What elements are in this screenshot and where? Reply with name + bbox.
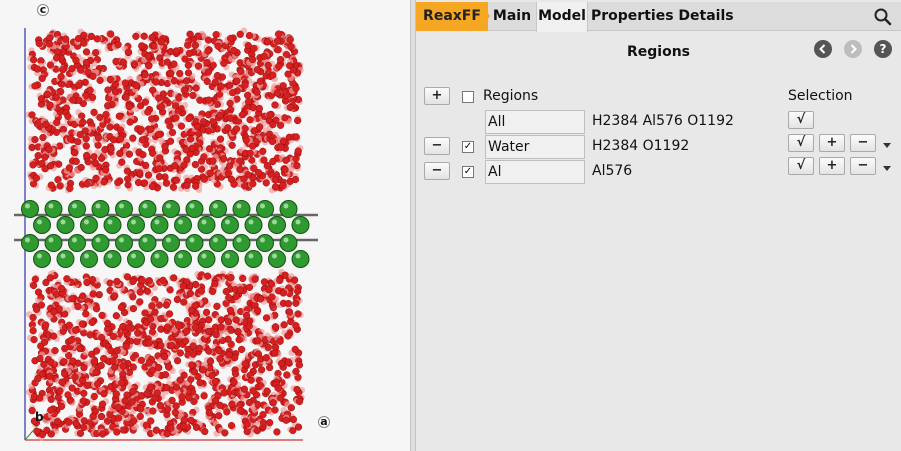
region-composition-al: Al576 xyxy=(592,163,633,179)
water-region-top xyxy=(25,27,304,194)
search-button[interactable] xyxy=(873,7,893,27)
back-button[interactable] xyxy=(814,40,832,58)
tab-model[interactable]: Model xyxy=(536,2,588,32)
tab-reaxff[interactable]: ReaxFF xyxy=(416,2,488,31)
tab-bar: ReaxFF Main Model Properties Details xyxy=(416,2,901,32)
al-options-dropdown[interactable] xyxy=(883,166,891,171)
title-row: Regions ? xyxy=(416,40,901,68)
search-icon xyxy=(874,8,892,26)
settings-panel: ReaxFF Main Model Properties Details Reg… xyxy=(416,0,901,451)
regions-header: Regions xyxy=(483,88,539,104)
select-al-button[interactable]: √ xyxy=(788,157,814,175)
remove-al-button[interactable]: − xyxy=(424,162,450,180)
region-name-water[interactable]: Water xyxy=(485,135,585,159)
region-composition-all: H2384 Al576 O1192 xyxy=(592,113,734,129)
selection-header: Selection xyxy=(788,88,853,104)
tab-reaxff-arrow xyxy=(480,2,490,30)
axis-label-c: c xyxy=(37,4,49,16)
water-region-bottom xyxy=(25,268,306,441)
select-water-button[interactable]: √ xyxy=(788,134,814,152)
forward-button[interactable] xyxy=(844,40,862,58)
tab-main[interactable]: Main xyxy=(490,2,534,31)
remove-from-selection-al-button[interactable]: − xyxy=(850,157,876,175)
add-to-selection-water-button[interactable]: + xyxy=(819,134,845,152)
region-name-all[interactable]: All xyxy=(485,110,585,134)
tab-properties[interactable]: Properties xyxy=(591,2,674,31)
water-options-dropdown[interactable] xyxy=(883,143,891,148)
remove-from-selection-water-button[interactable]: − xyxy=(850,134,876,152)
axis-label-b: b xyxy=(35,410,44,424)
region-name-al[interactable]: Al xyxy=(485,160,585,184)
molecule-viewport[interactable]: c b a xyxy=(0,0,410,451)
molecule-scene[interactable] xyxy=(0,0,410,451)
chevron-right-icon xyxy=(850,44,857,54)
al-visible-checkbox[interactable]: ✓ xyxy=(462,166,474,178)
water-visible-checkbox[interactable]: ✓ xyxy=(462,141,474,153)
region-composition-water: H2384 O1192 xyxy=(592,138,690,154)
all-regions-checkbox[interactable] xyxy=(462,91,474,103)
add-region-button[interactable]: + xyxy=(424,87,450,105)
remove-water-button[interactable]: − xyxy=(424,137,450,155)
aluminum-slab xyxy=(14,200,318,268)
select-all-button[interactable]: √ xyxy=(788,111,814,129)
axis-label-a: a xyxy=(318,416,330,428)
chevron-left-icon xyxy=(819,44,826,54)
add-to-selection-al-button[interactable]: + xyxy=(819,157,845,175)
tab-details[interactable]: Details xyxy=(678,2,734,31)
help-button[interactable]: ? xyxy=(874,40,892,58)
